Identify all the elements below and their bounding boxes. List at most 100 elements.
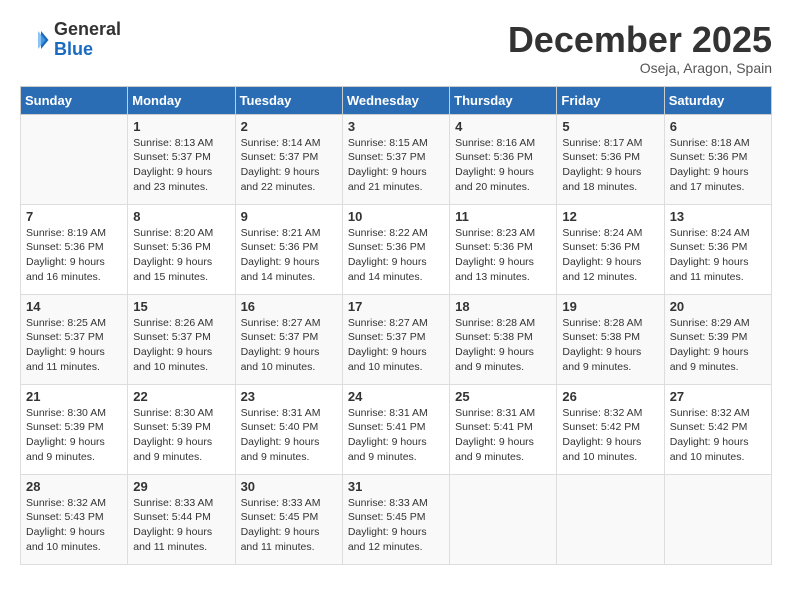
table-row [557, 474, 664, 564]
day-number: 5 [562, 119, 658, 134]
cell-info: Sunrise: 8:31 AMSunset: 5:41 PMDaylight:… [348, 406, 444, 465]
cell-info: Sunrise: 8:33 AMSunset: 5:45 PMDaylight:… [348, 496, 444, 555]
day-number: 4 [455, 119, 551, 134]
table-row: 21 Sunrise: 8:30 AMSunset: 5:39 PMDaylig… [21, 384, 128, 474]
logo-general-text: General [54, 20, 121, 40]
day-number: 16 [241, 299, 337, 314]
cell-info: Sunrise: 8:30 AMSunset: 5:39 PMDaylight:… [133, 406, 229, 465]
cell-info: Sunrise: 8:20 AMSunset: 5:36 PMDaylight:… [133, 226, 229, 285]
cell-info: Sunrise: 8:27 AMSunset: 5:37 PMDaylight:… [348, 316, 444, 375]
day-number: 15 [133, 299, 229, 314]
cell-info: Sunrise: 8:30 AMSunset: 5:39 PMDaylight:… [26, 406, 122, 465]
table-row: 13 Sunrise: 8:24 AMSunset: 5:36 PMDaylig… [664, 204, 771, 294]
table-row: 14 Sunrise: 8:25 AMSunset: 5:37 PMDaylig… [21, 294, 128, 384]
day-number: 20 [670, 299, 766, 314]
day-number: 13 [670, 209, 766, 224]
table-row: 15 Sunrise: 8:26 AMSunset: 5:37 PMDaylig… [128, 294, 235, 384]
table-row: 4 Sunrise: 8:16 AMSunset: 5:36 PMDayligh… [450, 114, 557, 204]
col-monday: Monday [128, 86, 235, 114]
day-number: 2 [241, 119, 337, 134]
cell-info: Sunrise: 8:13 AMSunset: 5:37 PMDaylight:… [133, 136, 229, 195]
header-row: Sunday Monday Tuesday Wednesday Thursday… [21, 86, 772, 114]
cell-info: Sunrise: 8:17 AMSunset: 5:36 PMDaylight:… [562, 136, 658, 195]
cell-info: Sunrise: 8:15 AMSunset: 5:37 PMDaylight:… [348, 136, 444, 195]
cell-info: Sunrise: 8:16 AMSunset: 5:36 PMDaylight:… [455, 136, 551, 195]
day-number: 10 [348, 209, 444, 224]
day-number: 31 [348, 479, 444, 494]
table-row: 2 Sunrise: 8:14 AMSunset: 5:37 PMDayligh… [235, 114, 342, 204]
cell-info: Sunrise: 8:26 AMSunset: 5:37 PMDaylight:… [133, 316, 229, 375]
table-row: 9 Sunrise: 8:21 AMSunset: 5:36 PMDayligh… [235, 204, 342, 294]
cell-info: Sunrise: 8:32 AMSunset: 5:42 PMDaylight:… [670, 406, 766, 465]
table-row: 30 Sunrise: 8:33 AMSunset: 5:45 PMDaylig… [235, 474, 342, 564]
table-row: 22 Sunrise: 8:30 AMSunset: 5:39 PMDaylig… [128, 384, 235, 474]
day-number: 17 [348, 299, 444, 314]
day-number: 6 [670, 119, 766, 134]
table-row: 29 Sunrise: 8:33 AMSunset: 5:44 PMDaylig… [128, 474, 235, 564]
table-row: 20 Sunrise: 8:29 AMSunset: 5:39 PMDaylig… [664, 294, 771, 384]
table-row: 24 Sunrise: 8:31 AMSunset: 5:41 PMDaylig… [342, 384, 449, 474]
day-number: 1 [133, 119, 229, 134]
day-number: 25 [455, 389, 551, 404]
cell-info: Sunrise: 8:33 AMSunset: 5:44 PMDaylight:… [133, 496, 229, 555]
calendar-week-row: 7 Sunrise: 8:19 AMSunset: 5:36 PMDayligh… [21, 204, 772, 294]
logo: General Blue [20, 20, 121, 60]
cell-info: Sunrise: 8:32 AMSunset: 5:43 PMDaylight:… [26, 496, 122, 555]
table-row: 6 Sunrise: 8:18 AMSunset: 5:36 PMDayligh… [664, 114, 771, 204]
col-wednesday: Wednesday [342, 86, 449, 114]
table-row: 28 Sunrise: 8:32 AMSunset: 5:43 PMDaylig… [21, 474, 128, 564]
table-row: 18 Sunrise: 8:28 AMSunset: 5:38 PMDaylig… [450, 294, 557, 384]
cell-info: Sunrise: 8:14 AMSunset: 5:37 PMDaylight:… [241, 136, 337, 195]
day-number: 28 [26, 479, 122, 494]
day-number: 29 [133, 479, 229, 494]
table-row: 26 Sunrise: 8:32 AMSunset: 5:42 PMDaylig… [557, 384, 664, 474]
cell-info: Sunrise: 8:24 AMSunset: 5:36 PMDaylight:… [670, 226, 766, 285]
table-row: 3 Sunrise: 8:15 AMSunset: 5:37 PMDayligh… [342, 114, 449, 204]
table-row: 19 Sunrise: 8:28 AMSunset: 5:38 PMDaylig… [557, 294, 664, 384]
col-thursday: Thursday [450, 86, 557, 114]
cell-info: Sunrise: 8:24 AMSunset: 5:36 PMDaylight:… [562, 226, 658, 285]
logo-icon [20, 25, 50, 55]
table-row: 11 Sunrise: 8:23 AMSunset: 5:36 PMDaylig… [450, 204, 557, 294]
location-subtitle: Oseja, Aragon, Spain [508, 60, 772, 76]
col-saturday: Saturday [664, 86, 771, 114]
table-row: 12 Sunrise: 8:24 AMSunset: 5:36 PMDaylig… [557, 204, 664, 294]
day-number: 26 [562, 389, 658, 404]
cell-info: Sunrise: 8:22 AMSunset: 5:36 PMDaylight:… [348, 226, 444, 285]
day-number: 12 [562, 209, 658, 224]
day-number: 22 [133, 389, 229, 404]
page-header: General Blue December 2025 Oseja, Aragon… [20, 20, 772, 76]
cell-info: Sunrise: 8:31 AMSunset: 5:41 PMDaylight:… [455, 406, 551, 465]
cell-info: Sunrise: 8:31 AMSunset: 5:40 PMDaylight:… [241, 406, 337, 465]
table-row: 8 Sunrise: 8:20 AMSunset: 5:36 PMDayligh… [128, 204, 235, 294]
calendar-week-row: 1 Sunrise: 8:13 AMSunset: 5:37 PMDayligh… [21, 114, 772, 204]
logo-blue-text: Blue [54, 40, 121, 60]
cell-info: Sunrise: 8:27 AMSunset: 5:37 PMDaylight:… [241, 316, 337, 375]
day-number: 3 [348, 119, 444, 134]
calendar-week-row: 21 Sunrise: 8:30 AMSunset: 5:39 PMDaylig… [21, 384, 772, 474]
month-title: December 2025 [508, 20, 772, 60]
day-number: 18 [455, 299, 551, 314]
table-row: 23 Sunrise: 8:31 AMSunset: 5:40 PMDaylig… [235, 384, 342, 474]
day-number: 30 [241, 479, 337, 494]
cell-info: Sunrise: 8:33 AMSunset: 5:45 PMDaylight:… [241, 496, 337, 555]
table-row: 27 Sunrise: 8:32 AMSunset: 5:42 PMDaylig… [664, 384, 771, 474]
table-row [21, 114, 128, 204]
cell-info: Sunrise: 8:23 AMSunset: 5:36 PMDaylight:… [455, 226, 551, 285]
day-number: 9 [241, 209, 337, 224]
col-sunday: Sunday [21, 86, 128, 114]
calendar-week-row: 14 Sunrise: 8:25 AMSunset: 5:37 PMDaylig… [21, 294, 772, 384]
day-number: 14 [26, 299, 122, 314]
table-row: 5 Sunrise: 8:17 AMSunset: 5:36 PMDayligh… [557, 114, 664, 204]
day-number: 11 [455, 209, 551, 224]
calendar-week-row: 28 Sunrise: 8:32 AMSunset: 5:43 PMDaylig… [21, 474, 772, 564]
title-block: December 2025 Oseja, Aragon, Spain [508, 20, 772, 76]
table-row: 10 Sunrise: 8:22 AMSunset: 5:36 PMDaylig… [342, 204, 449, 294]
table-row: 7 Sunrise: 8:19 AMSunset: 5:36 PMDayligh… [21, 204, 128, 294]
table-row: 16 Sunrise: 8:27 AMSunset: 5:37 PMDaylig… [235, 294, 342, 384]
day-number: 7 [26, 209, 122, 224]
day-number: 21 [26, 389, 122, 404]
cell-info: Sunrise: 8:29 AMSunset: 5:39 PMDaylight:… [670, 316, 766, 375]
table-row: 25 Sunrise: 8:31 AMSunset: 5:41 PMDaylig… [450, 384, 557, 474]
table-row: 1 Sunrise: 8:13 AMSunset: 5:37 PMDayligh… [128, 114, 235, 204]
